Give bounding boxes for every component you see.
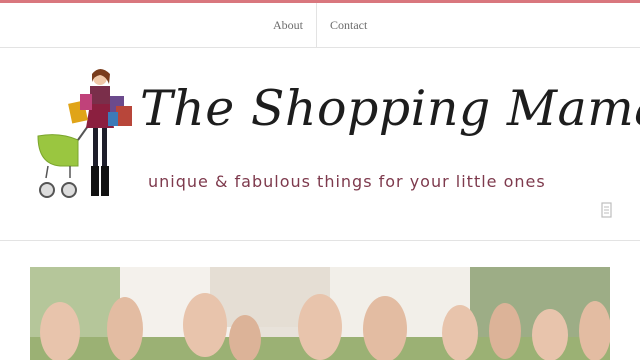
- nav-link-contact[interactable]: Contact: [330, 3, 367, 47]
- nav-link-about[interactable]: About: [273, 3, 303, 47]
- nav-divider: [316, 3, 317, 47]
- hero-image[interactable]: [30, 267, 610, 360]
- site-tagline: unique & fabulous things for your little…: [148, 172, 546, 191]
- family-feet-photo-icon: [30, 267, 610, 360]
- site-title[interactable]: The Shopping Mama: [140, 80, 640, 154]
- menu-toggle-icon[interactable]: [598, 200, 618, 220]
- top-navigation: About Contact: [0, 3, 640, 48]
- shopping-mama-logo-icon[interactable]: [30, 66, 140, 201]
- site-header: The Shopping Mama unique & fabulous thin…: [0, 48, 640, 241]
